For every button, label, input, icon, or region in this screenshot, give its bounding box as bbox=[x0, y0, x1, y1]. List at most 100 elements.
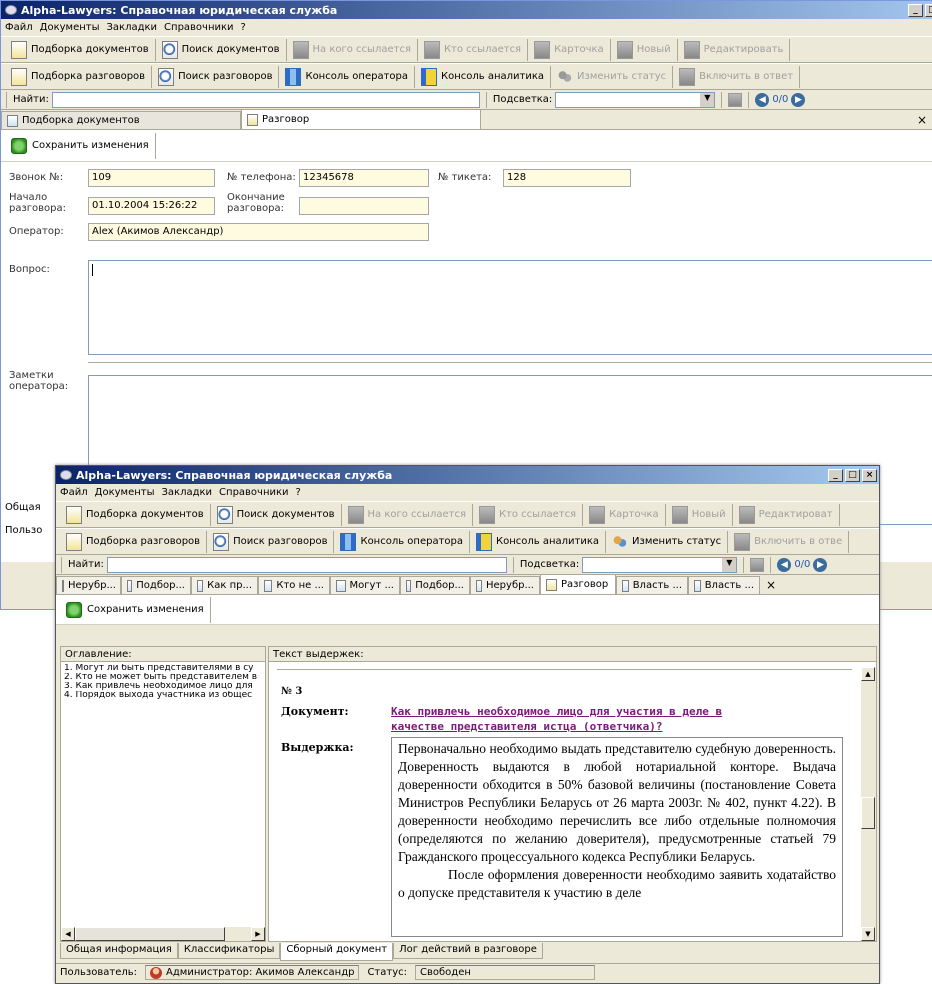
find-input[interactable] bbox=[106, 556, 507, 573]
toc-hscrollbar[interactable]: ◀ ▶ bbox=[61, 927, 265, 941]
back-save-row: Сохранить изменения bbox=[1, 130, 932, 162]
analyst-console-button[interactable]: Консоль аналитика bbox=[470, 530, 607, 553]
start-field[interactable]: 01.10.2004 15:26:22 bbox=[88, 197, 215, 215]
ticket-field[interactable]: 128 bbox=[503, 169, 631, 187]
find-input[interactable] bbox=[51, 91, 480, 108]
prev-match-icon[interactable]: ◀ bbox=[777, 557, 792, 572]
highlight-select[interactable]: ▼ bbox=[555, 91, 716, 108]
toc-item[interactable]: 1. Могут ли быть представителями в су bbox=[61, 664, 265, 673]
menu-help[interactable]: ? bbox=[241, 22, 246, 33]
call-search-button[interactable]: Поиск разговоров bbox=[207, 530, 335, 553]
menu-file[interactable]: Файл bbox=[60, 487, 88, 498]
status-user-label: Пользователь: bbox=[60, 967, 138, 978]
doc-search-button[interactable]: Поиск документов bbox=[156, 38, 287, 61]
tab-classifiers[interactable]: Классификаторы bbox=[177, 943, 281, 959]
doc-search-button[interactable]: Поиск документов bbox=[211, 503, 342, 526]
tab-item[interactable]: Как пр... bbox=[191, 576, 258, 594]
doc-selection-button[interactable]: Подборка документов bbox=[5, 38, 156, 61]
scroll-down-icon[interactable]: ▼ bbox=[861, 927, 875, 941]
tab-item[interactable]: Нерубр... bbox=[470, 576, 540, 594]
phone-field[interactable]: 12345678 bbox=[299, 169, 429, 187]
next-match-icon[interactable]: ▶ bbox=[813, 557, 828, 572]
change-status-button[interactable]: Изменить статус bbox=[551, 65, 674, 88]
new-button[interactable]: Новый bbox=[611, 38, 678, 61]
tab-compiled-document[interactable]: Сборный документ bbox=[280, 943, 394, 961]
menu-documents[interactable]: Документы bbox=[95, 487, 155, 498]
save-changes-button[interactable]: Сохранить изменения bbox=[60, 596, 211, 623]
highlight-color-icon[interactable] bbox=[728, 92, 743, 107]
close-icon[interactable]: × bbox=[862, 468, 877, 482]
edit-button[interactable]: Редактировать bbox=[678, 38, 791, 61]
scroll-up-icon[interactable]: ▲ bbox=[861, 667, 875, 681]
peek-general-tab[interactable]: Общая bbox=[5, 502, 41, 513]
operator-field[interactable]: Alex (Акимов Александр) bbox=[88, 223, 429, 241]
chevron-down-icon[interactable]: ▼ bbox=[700, 92, 715, 107]
call-selection-button[interactable]: Подборка разговоров bbox=[60, 530, 208, 553]
referenced-by-button[interactable]: Кто ссылается bbox=[473, 503, 584, 526]
menu-documents[interactable]: Документы bbox=[40, 22, 100, 33]
scroll-thumb[interactable] bbox=[861, 797, 875, 829]
tab-item[interactable]: Нерубр... bbox=[56, 576, 121, 594]
refers-to-button[interactable]: На кого ссылается bbox=[342, 503, 473, 526]
toc-item[interactable]: 3. Как привлечь необходимое лицо для bbox=[61, 682, 265, 691]
refers-to-button[interactable]: На кого ссылается bbox=[287, 38, 418, 61]
tab-action-log[interactable]: Лог действий в разговоре bbox=[393, 943, 543, 959]
call-no-field[interactable]: 109 bbox=[88, 169, 215, 187]
doc-selection-button[interactable]: Подборка документов bbox=[60, 503, 211, 526]
tab-item[interactable]: Власть ... bbox=[688, 576, 760, 594]
menu-file[interactable]: Файл bbox=[5, 22, 33, 33]
tab-item[interactable]: Могут ... bbox=[330, 576, 400, 594]
minimize-icon[interactable]: _ bbox=[908, 3, 923, 17]
prev-match-icon[interactable]: ◀ bbox=[755, 92, 770, 107]
splitter[interactable] bbox=[88, 362, 932, 365]
include-in-answer-button[interactable]: Включить в ответ bbox=[673, 65, 801, 88]
question-textarea[interactable] bbox=[88, 260, 932, 355]
find-label: Найти: bbox=[68, 559, 104, 570]
card-button[interactable]: Карточка bbox=[528, 38, 611, 61]
toc-item[interactable]: 2. Кто не может быть представителем в bbox=[61, 673, 265, 682]
scroll-left-icon[interactable]: ◀ bbox=[61, 927, 75, 941]
highlight-select[interactable]: ▼ bbox=[582, 556, 738, 573]
highlight-color-icon[interactable] bbox=[750, 557, 765, 572]
chevron-down-icon[interactable]: ▼ bbox=[722, 557, 737, 572]
tab-item[interactable]: Подбор... bbox=[121, 576, 191, 594]
toc-item[interactable]: 4. Порядок выхода участника из общес bbox=[61, 691, 265, 700]
analyst-console-icon bbox=[476, 532, 493, 551]
maximize-icon[interactable]: □ bbox=[925, 3, 932, 17]
tab-doc-selection[interactable]: Подборка документов bbox=[1, 111, 241, 129]
menu-bookmarks[interactable]: Закладки bbox=[106, 22, 157, 33]
maximize-icon[interactable]: □ bbox=[845, 468, 860, 482]
referenced-by-button[interactable]: Кто ссылается bbox=[418, 38, 529, 61]
edit-button[interactable]: Редактироват bbox=[733, 503, 840, 526]
tab-conversation[interactable]: Разговор bbox=[540, 574, 616, 594]
operator-console-button[interactable]: Консоль оператора bbox=[334, 530, 471, 553]
tab-item[interactable]: Кто не ... bbox=[258, 576, 330, 594]
excerpts-vscrollbar[interactable]: ▲ ▼ bbox=[861, 667, 876, 941]
analyst-console-button[interactable]: Консоль аналитика bbox=[415, 65, 552, 88]
save-changes-button[interactable]: Сохранить изменения bbox=[5, 132, 156, 159]
card-button[interactable]: Карточка bbox=[583, 503, 666, 526]
call-selection-button[interactable]: Подборка разговоров bbox=[5, 65, 153, 88]
close-tab-icon[interactable]: × bbox=[917, 113, 927, 127]
tab-conversation[interactable]: Разговор bbox=[241, 109, 481, 129]
end-field[interactable] bbox=[299, 197, 429, 215]
menu-bookmarks[interactable]: Закладки bbox=[161, 487, 212, 498]
new-button[interactable]: Новый bbox=[666, 503, 733, 526]
menu-references[interactable]: Справочники bbox=[219, 487, 289, 498]
scroll-right-icon[interactable]: ▶ bbox=[251, 927, 265, 941]
call-search-button[interactable]: Поиск разговоров bbox=[152, 65, 280, 88]
menu-references[interactable]: Справочники bbox=[164, 22, 234, 33]
menu-help[interactable]: ? bbox=[296, 487, 301, 498]
close-tab-icon[interactable]: × bbox=[760, 576, 782, 594]
tab-item[interactable]: Власть ... bbox=[616, 576, 688, 594]
minimize-icon[interactable]: _ bbox=[828, 468, 843, 482]
scroll-thumb[interactable] bbox=[75, 927, 225, 941]
tab-item[interactable]: Подбор... bbox=[400, 576, 470, 594]
change-status-button[interactable]: Изменить статус bbox=[606, 530, 729, 553]
tab-general-info[interactable]: Общая информация bbox=[60, 943, 178, 959]
operator-console-button[interactable]: Консоль оператора bbox=[279, 65, 416, 88]
document-link[interactable]: Как привлечь необходимое лицо для участи… bbox=[391, 704, 841, 734]
next-match-icon[interactable]: ▶ bbox=[791, 92, 806, 107]
include-in-answer-button[interactable]: Включить в отве bbox=[728, 530, 850, 553]
save-icon bbox=[66, 601, 82, 618]
